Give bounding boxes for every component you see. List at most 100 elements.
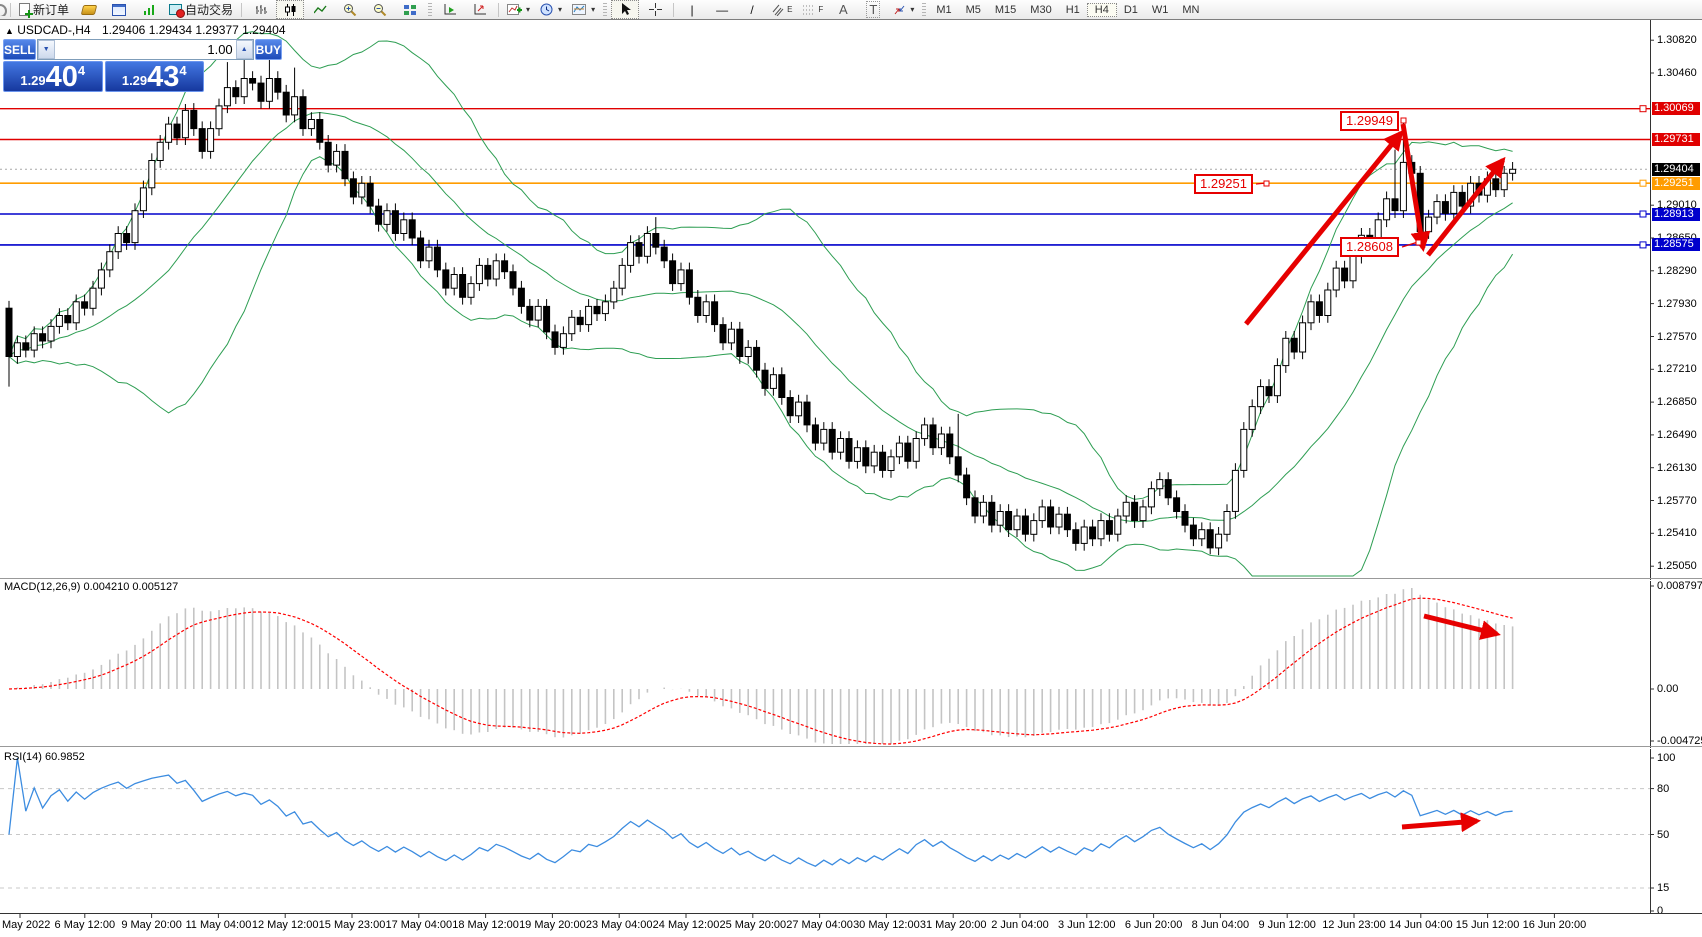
zoom-out-icon xyxy=(373,3,387,16)
text-button[interactable]: A xyxy=(829,0,857,19)
buy-button[interactable]: BUY xyxy=(255,39,282,60)
symbol-period: USDCAD-,H4 xyxy=(17,23,90,37)
toolbar-grip xyxy=(603,3,607,17)
cropped-zoom-icon xyxy=(0,3,7,16)
periods-button[interactable]: ▾ xyxy=(536,0,566,19)
volume-stepper: ▼ ▲ xyxy=(37,39,254,60)
sell-label: SELL xyxy=(4,43,35,57)
horizontal-line-button[interactable]: — xyxy=(708,0,736,19)
timeframe-h1[interactable]: H1 xyxy=(1059,4,1087,16)
collapse-arrow-icon[interactable]: ▲ xyxy=(5,26,14,36)
sell-price-prefix: 1.29 xyxy=(20,73,45,88)
sell-button[interactable]: SELL xyxy=(3,39,36,60)
timeframe-m5[interactable]: M5 xyxy=(959,4,988,16)
spinner-up-icon: ▲ xyxy=(241,46,248,53)
channel-button[interactable]: E xyxy=(768,0,796,19)
bar-chart-button[interactable] xyxy=(246,0,274,19)
signal-icon xyxy=(143,5,155,15)
trend-arrow xyxy=(1424,616,1497,634)
arrows-icon xyxy=(893,4,906,16)
toolbar: 新订单 自动交易 xyxy=(0,0,1702,20)
price-annotation[interactable]: 1.28608 xyxy=(1340,237,1399,257)
timeframe-m30[interactable]: M30 xyxy=(1023,4,1058,16)
macd-label: MACD(12,26,9) 0.004210 0.005127 xyxy=(4,581,178,593)
autoscroll-button[interactable] xyxy=(436,0,464,19)
indicators-button[interactable]: ▾ xyxy=(503,0,534,19)
templates-caret[interactable]: ▾ xyxy=(591,5,595,14)
indicators-icon xyxy=(507,3,522,16)
timeframe-m15[interactable]: M15 xyxy=(988,4,1023,16)
templates-button[interactable]: ▾ xyxy=(568,0,599,19)
autoscroll-icon xyxy=(443,3,457,16)
channel-letter: E xyxy=(787,5,792,14)
crosshair-button[interactable] xyxy=(641,0,669,19)
buy-price-big: 43 xyxy=(147,64,179,90)
ohlc-high: 1.29434 xyxy=(149,23,192,37)
toolbar-grip xyxy=(922,3,926,17)
timeframe-m1[interactable]: M1 xyxy=(929,4,958,16)
macd-histogram xyxy=(9,588,1513,744)
tile-windows-button[interactable] xyxy=(396,0,424,19)
new-order-icon xyxy=(19,3,30,16)
data-window-button[interactable] xyxy=(105,0,133,19)
signal-button[interactable] xyxy=(135,0,163,19)
buy-price-button[interactable]: 1.29434 xyxy=(105,61,205,92)
cursor-icon xyxy=(620,3,631,16)
zoom-out-button[interactable] xyxy=(366,0,394,19)
autotrading-icon xyxy=(169,4,182,15)
volume-decrease-button[interactable]: ▼ xyxy=(38,40,55,59)
volume-input[interactable] xyxy=(55,40,236,59)
trendline-button[interactable]: / xyxy=(738,0,766,19)
fibonacci-button[interactable]: F xyxy=(798,0,827,19)
chart-plot xyxy=(0,0,1702,937)
rsi-line xyxy=(9,758,1513,866)
toolbar-separator xyxy=(498,3,499,17)
buy-label: BUY xyxy=(256,43,281,57)
arrows-tool-button[interactable]: ▾ xyxy=(889,0,918,19)
candlestick-button[interactable] xyxy=(276,0,304,19)
periods-icon xyxy=(540,3,554,16)
new-order-button[interactable]: 新订单 xyxy=(15,0,73,19)
fibonacci-icon xyxy=(802,4,815,16)
toolbar-grip xyxy=(428,3,432,17)
spinner-down-icon: ▼ xyxy=(43,46,50,53)
market-watch-button[interactable] xyxy=(75,0,103,19)
vertical-line-button[interactable]: | xyxy=(678,0,706,19)
text-icon: A xyxy=(839,2,848,17)
zoom-in-button[interactable] xyxy=(336,0,364,19)
timeframe-h4[interactable]: H4 xyxy=(1087,3,1117,17)
autotrading-label: 自动交易 xyxy=(185,1,233,18)
timeframe-w1[interactable]: W1 xyxy=(1145,4,1176,16)
volume-increase-button[interactable]: ▲ xyxy=(236,40,253,59)
vertical-line-icon: | xyxy=(691,3,694,17)
tile-windows-icon xyxy=(404,5,416,15)
buy-price-prefix: 1.29 xyxy=(122,73,147,88)
buy-price-sup: 4 xyxy=(179,63,186,78)
bar-chart-icon xyxy=(254,4,267,16)
arrows-caret[interactable]: ▾ xyxy=(910,5,914,14)
chart-shift-button[interactable] xyxy=(466,0,494,19)
sell-price-button[interactable]: 1.29404 xyxy=(3,61,103,92)
indicators-caret[interactable]: ▾ xyxy=(526,5,530,14)
line-chart-button[interactable] xyxy=(306,0,334,19)
price-annotation[interactable]: 1.29949 xyxy=(1340,111,1399,131)
toolbar-separator xyxy=(10,3,11,17)
price-annotation[interactable]: 1.29251 xyxy=(1194,174,1253,194)
periods-caret[interactable]: ▾ xyxy=(558,5,562,14)
templates-icon xyxy=(572,3,587,16)
new-order-label: 新订单 xyxy=(33,1,69,18)
line-chart-icon xyxy=(314,4,327,16)
crosshair-icon xyxy=(649,3,662,16)
toolbar-separator xyxy=(673,3,674,17)
zoom-in-icon xyxy=(343,3,357,16)
autotrading-button[interactable]: 自动交易 xyxy=(165,0,237,19)
label-button[interactable]: T xyxy=(859,0,887,19)
one-click-trading-panel: SELL ▼ ▲ BUY 1.29404 1.29434 xyxy=(3,39,204,92)
cursor-button[interactable] xyxy=(611,0,639,19)
timeframe-d1[interactable]: D1 xyxy=(1117,4,1145,16)
ohlc-low: 1.29377 xyxy=(195,23,238,37)
mt4-window: 新订单 自动交易 xyxy=(0,0,1702,937)
chart-canvas[interactable] xyxy=(0,0,1702,937)
timeframe-mn[interactable]: MN xyxy=(1175,4,1206,16)
candlestick-icon xyxy=(284,4,297,16)
